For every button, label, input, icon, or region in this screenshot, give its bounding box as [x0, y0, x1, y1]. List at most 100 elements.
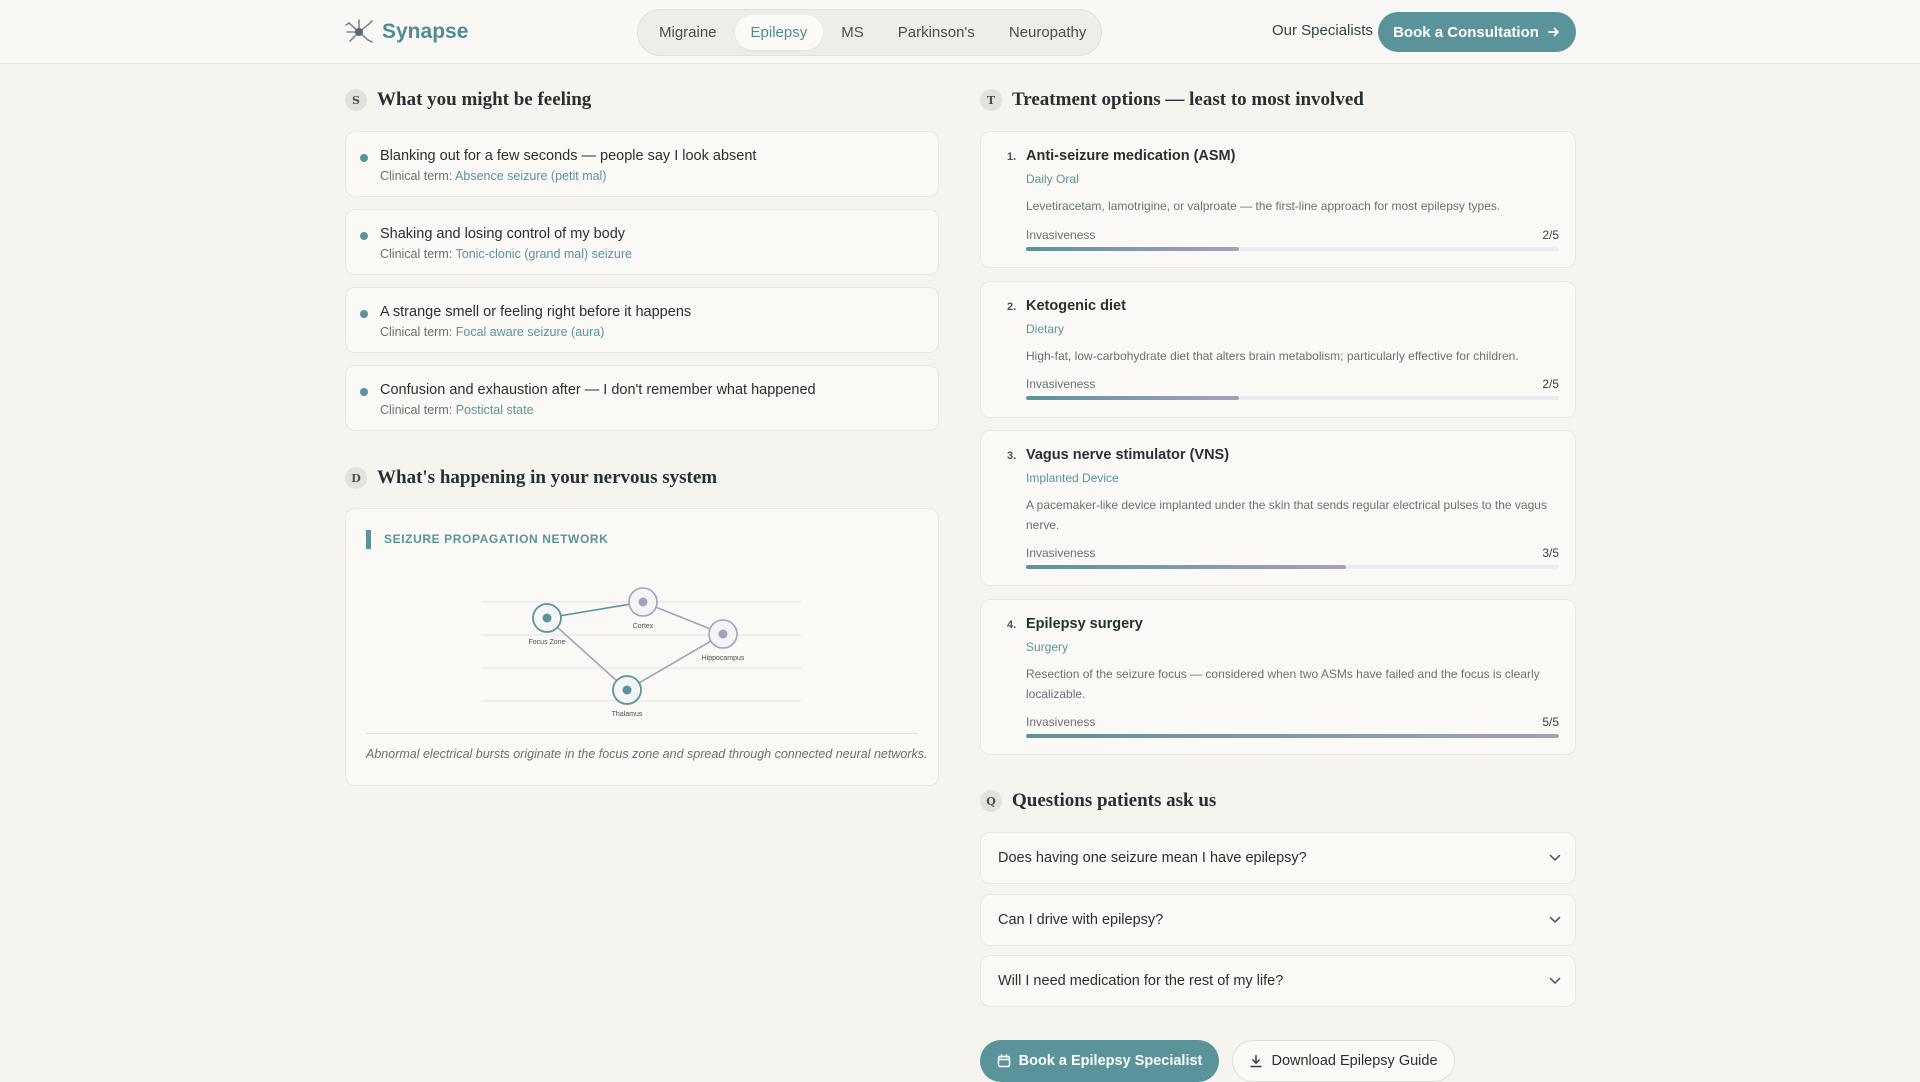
faq-heading: Q Questions patients ask us	[980, 790, 1216, 812]
invasiveness-bar-fill	[1026, 396, 1240, 400]
invasiveness-label: Invasiveness	[1026, 546, 1096, 560]
section-title: What's happening in your nervous system	[377, 467, 718, 488]
symptom-card[interactable]: Confusion and exhaustion after — I don't…	[345, 365, 939, 431]
brand-name: Synapse	[382, 20, 469, 43]
invasiveness-score: 2/5	[1542, 228, 1559, 242]
faq-question: Will I need medication for the rest of m…	[998, 973, 1284, 989]
faq-item[interactable]: Can I drive with epilepsy?	[980, 894, 1576, 946]
clinical-term: Clinical term: Postictal state	[380, 403, 938, 417]
chevron-down-icon	[1535, 910, 1575, 930]
edge-thalamus-hippocampus	[626, 633, 724, 691]
section-badge: D	[345, 467, 367, 489]
bullet-dot	[360, 310, 368, 318]
treatment-description: A pacemaker-like device implanted under …	[1026, 498, 1547, 532]
node-thalamus: Thalamus	[612, 675, 643, 718]
tab-parkinsons[interactable]: Parkinson's	[882, 15, 991, 50]
site-header: Synapse Migraine Epilepsy MS Parkinson's…	[0, 0, 1920, 64]
clinical-term: Clinical term: Focal aware seizure (aura…	[380, 325, 938, 339]
faq-item[interactable]: Does having one seizure mean I have epil…	[980, 832, 1576, 884]
treatment-number: 1.	[1007, 151, 1017, 163]
invasiveness-bar	[1026, 565, 1559, 569]
invasiveness-bar	[1026, 734, 1559, 738]
brand[interactable]: Synapse	[344, 17, 468, 47]
condition-tabs: Migraine Epilepsy MS Parkinson's Neuropa…	[637, 9, 1102, 56]
invasiveness-label: Invasiveness	[1026, 715, 1096, 729]
download-icon	[1250, 1054, 1263, 1068]
invasiveness-bar	[1026, 247, 1559, 251]
treatment-card[interactable]: 4. Epilepsy surgery Surgery Resection of…	[980, 599, 1576, 755]
treatment-description: Levetiracetam, lamotrigine, or valproate…	[1026, 199, 1501, 213]
invasiveness-bar-fill	[1026, 734, 1559, 738]
invasiveness-score: 5/5	[1542, 715, 1559, 729]
specialists-link[interactable]: Our Specialists	[1272, 22, 1373, 39]
invasiveness-row: Invasiveness 2/5	[1026, 228, 1559, 242]
network-diagram-card: SEIZURE PROPAGATION NETWORK Focus Zone C…	[345, 508, 939, 786]
edge-focus-thalamus	[546, 617, 628, 691]
treatment-name: Vagus nerve stimulator (VNS)	[1026, 447, 1230, 463]
symptom-card[interactable]: Shaking and losing control of my body Cl…	[345, 209, 939, 275]
treatment-number: 3.	[1007, 450, 1017, 462]
book-specialist-label: Book a Epilepsy Specialist	[1018, 1053, 1203, 1069]
invasiveness-label: Invasiveness	[1026, 377, 1096, 391]
treatment-card[interactable]: 2. Ketogenic diet Dietary High-fat, low-…	[980, 281, 1576, 418]
treatment-number: 4.	[1007, 619, 1017, 631]
clinical-term-value: Focal aware seizure (aura)	[455, 325, 605, 339]
download-guide-button[interactable]: Download Epilepsy Guide	[1232, 1040, 1455, 1082]
faq-question: Can I drive with epilepsy?	[998, 912, 1164, 928]
book-specialist-button[interactable]: Book a Epilepsy Specialist	[980, 1040, 1219, 1082]
invasiveness-row: Invasiveness 5/5	[1026, 715, 1559, 729]
clinical-term-value: Tonic-clonic (grand mal) seizure	[455, 247, 632, 261]
section-badge: T	[980, 89, 1002, 111]
treatment-type: Implanted Device	[1026, 471, 1119, 485]
treatment-name: Anti-seizure medication (ASM)	[1026, 148, 1236, 164]
invasiveness-score: 2/5	[1542, 377, 1559, 391]
tab-epilepsy[interactable]: Epilepsy	[734, 15, 824, 50]
clinical-term: Clinical term: Absence seizure (petit ma…	[380, 169, 938, 183]
faq-item[interactable]: Will I need medication for the rest of m…	[980, 955, 1576, 1007]
section-title: What you might be feeling	[377, 89, 592, 110]
clinical-term: Clinical term: Tonic-clonic (grand mal) …	[380, 247, 938, 261]
divider	[366, 733, 918, 734]
diagram-caption: Abnormal electrical bursts originate in …	[366, 747, 928, 761]
clinical-prefix: Clinical term:	[380, 169, 453, 183]
node-cortex: Cortex	[628, 587, 658, 630]
invasiveness-bar-fill	[1026, 565, 1346, 569]
bullet-dot	[360, 232, 368, 240]
symptom-text: Shaking and losing control of my body	[380, 226, 626, 242]
clinical-prefix: Clinical term:	[380, 403, 453, 417]
symptom-card[interactable]: Blanking out for a few seconds — people …	[345, 131, 939, 197]
arrow-right-icon	[1548, 27, 1559, 37]
invasiveness-label: Invasiveness	[1026, 228, 1096, 242]
treatment-type: Surgery	[1026, 640, 1069, 654]
seizure-network-diagram: Focus Zone Cortex Hippocampus Thalamus	[481, 587, 801, 718]
treatment-type: Dietary	[1026, 322, 1065, 336]
invasiveness-bar	[1026, 396, 1559, 400]
symptom-text: Confusion and exhaustion after — I don't…	[380, 382, 816, 398]
treatment-name: Epilepsy surgery	[1026, 616, 1143, 632]
symptoms-heading: S What you might be feeling	[345, 89, 591, 111]
invasiveness-score: 3/5	[1542, 546, 1559, 560]
treatment-name: Ketogenic diet	[1026, 298, 1126, 314]
node-hippocampus: Hippocampus	[702, 619, 745, 662]
treatment-description: High-fat, low-carbohydrate diet that alt…	[1026, 349, 1519, 363]
tab-neuropathy[interactable]: Neuropathy	[993, 15, 1103, 50]
treatment-card[interactable]: 3. Vagus nerve stimulator (VNS) Implante…	[980, 430, 1576, 586]
node-focus-zone: Focus Zone	[529, 603, 566, 646]
invasiveness-row: Invasiveness 2/5	[1026, 377, 1559, 391]
section-title: Questions patients ask us	[1012, 790, 1217, 811]
book-consultation-label: Book a Consultation	[1393, 23, 1539, 41]
treatment-type: Daily Oral	[1026, 172, 1079, 186]
bullet-dot	[360, 154, 368, 162]
invasiveness-row: Invasiveness 3/5	[1026, 546, 1559, 560]
clinical-prefix: Clinical term:	[380, 247, 453, 261]
node-label: Focus Zone	[529, 639, 566, 646]
tab-migraine[interactable]: Migraine	[643, 15, 733, 50]
book-consultation-button[interactable]: Book a Consultation	[1378, 12, 1576, 52]
node-label: Cortex	[633, 623, 654, 630]
treatment-card[interactable]: 1. Anti-seizure medication (ASM) Daily O…	[980, 131, 1576, 268]
chevron-down-icon	[1535, 848, 1575, 868]
clinical-prefix: Clinical term:	[380, 325, 453, 339]
node-label: Hippocampus	[702, 655, 745, 662]
tab-ms[interactable]: MS	[825, 15, 880, 50]
symptom-card[interactable]: A strange smell or feeling right before …	[345, 287, 939, 353]
